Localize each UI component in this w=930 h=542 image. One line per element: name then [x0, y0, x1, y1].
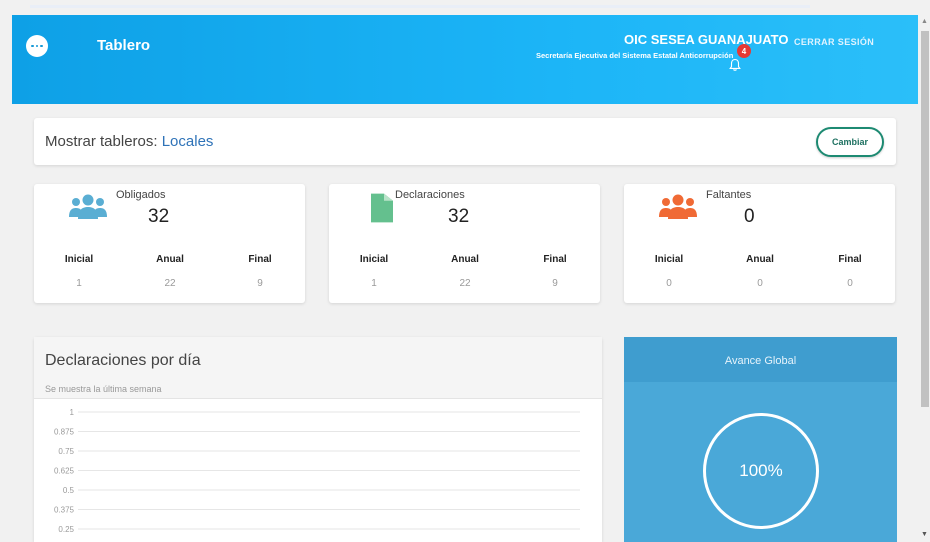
top-divider — [30, 5, 810, 8]
stat-column-header: Final — [543, 254, 567, 265]
stat-card-declaraciones: Declaraciones 32 Inicial 1 Anual 22 Fina… — [329, 184, 600, 303]
board-selector-value: Locales — [161, 133, 214, 150]
stat-column-final: Final 0 — [820, 254, 880, 289]
declarations-chart: 1 0.875 0.75 0.625 0.5 0.375 0.25 — [54, 408, 580, 534]
organization-subtitle: Secretaría Ejecutiva del Sistema Estatal… — [536, 51, 734, 60]
stat-card-faltantes: Faltantes 0 Inicial 0 Anual 0 Final 0 — [624, 184, 895, 303]
global-progress-value: 100% — [739, 461, 783, 480]
stat-column-inicial: Inicial 1 — [49, 254, 109, 289]
board-selector-label: Mostrar tableros: Locales — [45, 133, 213, 150]
stat-column-header: Anual — [451, 254, 479, 265]
logout-link[interactable]: CERRAR SESIÓN — [794, 37, 874, 47]
app-header: Tablero OIC SESEA GUANAJUATO Secretaría … — [12, 15, 918, 104]
stat-column-anual: Anual 0 — [730, 254, 790, 289]
stat-column-value: 1 — [76, 278, 82, 289]
y-tick-label: 0.5 — [63, 486, 75, 495]
scroll-up-arrow-icon[interactable]: ▲ — [921, 18, 928, 25]
chart-title: Declaraciones por día — [45, 352, 201, 369]
declarations-chart-card: Declaraciones por día Se muestra la últi… — [34, 337, 602, 542]
stat-column-anual: Anual 22 — [435, 254, 495, 289]
stat-column-value: 1 — [371, 278, 377, 289]
dot-icon — [31, 44, 34, 48]
menu-button[interactable] — [26, 35, 48, 57]
stat-column-inicial: Inicial 1 — [344, 254, 404, 289]
stat-column-value: 0 — [757, 278, 763, 289]
dot-icon — [35, 44, 39, 48]
bell-icon[interactable] — [729, 58, 741, 72]
stat-column-header: Inicial — [654, 254, 684, 265]
users-icon — [69, 194, 107, 219]
page-title: Tablero — [97, 37, 151, 54]
board-selector-text: Mostrar tableros: — [45, 133, 158, 150]
scrollbar-thumb[interactable] — [921, 31, 929, 407]
scroll-down-arrow-icon[interactable]: ▼ — [921, 531, 928, 538]
stat-column-value: 22 — [164, 278, 176, 289]
stat-column-header: Final — [248, 254, 272, 265]
dot-icon — [40, 44, 43, 48]
stat-value: 32 — [448, 206, 470, 227]
stat-column-header: Anual — [746, 254, 774, 265]
stat-column-inicial: Inicial 0 — [639, 254, 699, 289]
y-tick-label: 0.75 — [58, 447, 74, 456]
stat-value: 32 — [148, 206, 170, 227]
change-board-button[interactable]: Cambiar — [816, 127, 884, 157]
chart-subtitle: Se muestra la última semana — [45, 384, 162, 394]
y-tick-label: 0.25 — [58, 525, 74, 534]
stat-column-header: Anual — [156, 254, 184, 265]
y-tick-label: 1 — [70, 408, 75, 417]
stat-column-final: Final 9 — [230, 254, 290, 289]
stat-column-value: 9 — [257, 278, 263, 289]
stat-column-header: Inicial — [64, 254, 94, 265]
stat-label: Obligados — [116, 189, 166, 201]
stat-column-anual: Anual 22 — [140, 254, 200, 289]
stat-value: 0 — [744, 206, 755, 227]
global-progress-card: Avance Global 100% — [624, 337, 897, 542]
dashboard-page: Tablero OIC SESEA GUANAJUATO Secretaría … — [0, 0, 930, 542]
global-progress-title: Avance Global — [724, 355, 797, 367]
stat-label: Faltantes — [706, 189, 752, 201]
stat-card-obligados: Obligados 32 Inicial 1 Anual 22 Final 9 — [34, 184, 305, 303]
board-selector-card: Mostrar tableros: Locales Cambiar — [34, 118, 896, 165]
y-tick-label: 0.375 — [54, 506, 75, 515]
organization-name: OIC SESEA GUANAJUATO — [624, 32, 789, 47]
users-icon — [659, 194, 697, 219]
y-tick-label: 0.875 — [54, 428, 75, 437]
stat-column-value: 22 — [459, 278, 471, 289]
stat-label: Declaraciones — [395, 189, 465, 201]
stat-column-header: Final — [838, 254, 862, 265]
y-tick-label: 0.625 — [54, 467, 75, 476]
stat-column-value: 0 — [666, 278, 672, 289]
stat-column-value: 9 — [552, 278, 558, 289]
stat-column-final: Final 9 — [525, 254, 585, 289]
notification-badge: 4 — [737, 44, 751, 58]
stat-column-value: 0 — [847, 278, 853, 289]
stat-column-header: Inicial — [359, 254, 389, 265]
